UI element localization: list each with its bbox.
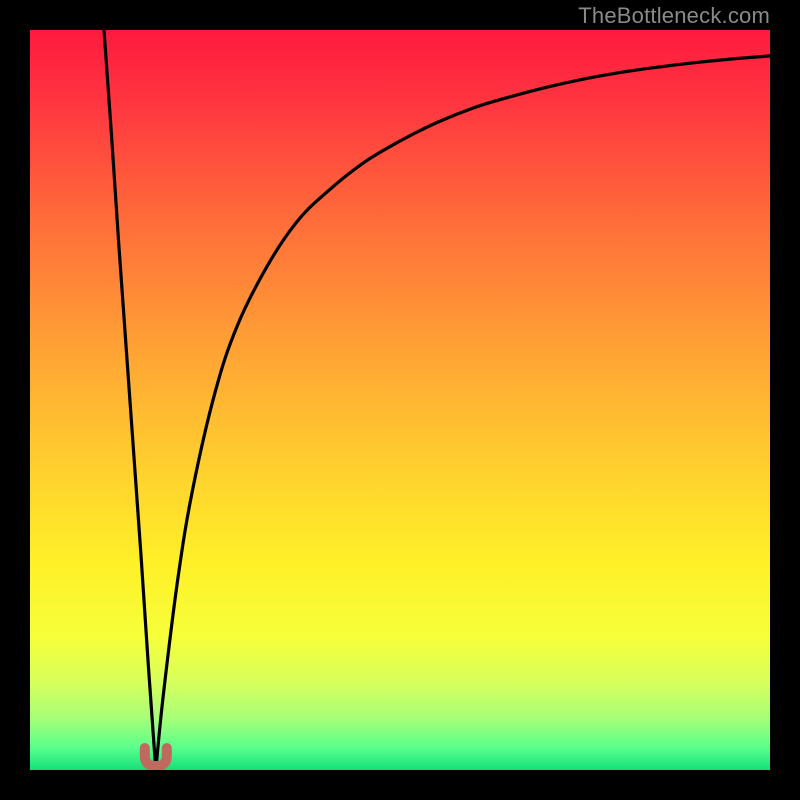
chart-frame: TheBottleneck.com [0, 0, 800, 800]
plot-area [30, 30, 770, 770]
curve-left-branch [104, 30, 156, 770]
curve-right-branch [156, 56, 770, 770]
curve-layer [30, 30, 770, 770]
watermark-label: TheBottleneck.com [578, 3, 770, 29]
